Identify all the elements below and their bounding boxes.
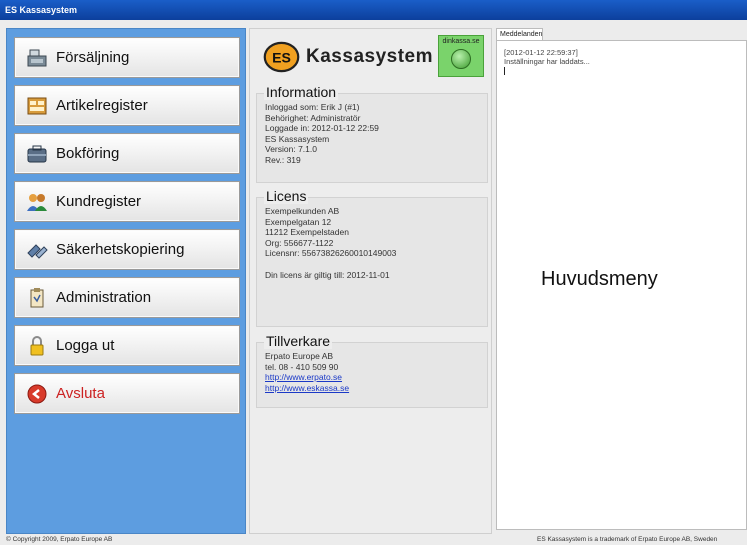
menu-button-kundregister[interactable]: Kundregister [14, 181, 240, 222]
info-line: Version: 7.1.0 [265, 144, 317, 154]
licens-line: 11212 Exempelstaden [265, 227, 349, 237]
tillverkare-line: Erpato Europe AB [265, 351, 334, 361]
es-kassasystem-logo: ES Kassasystem [263, 37, 433, 77]
licens-line: Licensnr: 55673826260010149003 [265, 248, 397, 258]
main-menu-panel: Försäljning Artikelregister Bokföring Ku… [6, 28, 246, 534]
message-line: Inställningar har laddats... [504, 57, 590, 66]
backup-icon [27, 243, 48, 259]
menu-label: Försäljning [56, 49, 130, 66]
menu-label: Kundregister [56, 193, 142, 210]
info-line: Behörighet: Administratör [265, 112, 361, 123]
es-logo-icon: ES [263, 41, 300, 73]
licens-heading: Licens [264, 188, 309, 204]
text-caret [504, 67, 505, 75]
info-line: ES Kassasystem [265, 133, 330, 144]
information-section: Information Inloggad som: Erik J (#1) Be… [256, 84, 488, 183]
eskassa-link[interactable]: http://www.eskassa.se [265, 383, 349, 394]
clipboard-icon [30, 287, 44, 307]
logo-name: Kassasystem [306, 46, 433, 67]
menu-label: Bokföring [56, 145, 120, 162]
menu-label: Avsluta [56, 385, 105, 402]
logo-mark: ES [272, 49, 291, 65]
info-line: Loggade in: 2012-01-12 22:59 [265, 123, 379, 133]
tillverkare-section: Tillverkare Erpato Europe AB tel. 08 - 4… [256, 333, 488, 408]
menu-button-logga-ut[interactable]: Logga ut [14, 325, 240, 366]
menu-label: Logga ut [56, 337, 115, 354]
trademark-text: ES Kassasystem is a trademark of Erpato … [537, 536, 718, 543]
main-menu-label: Huvudsmeny [541, 268, 658, 290]
information-heading: Information [264, 84, 339, 100]
menu-button-avsluta[interactable]: Avsluta [14, 373, 240, 414]
menu-label: Säkerhetskopiering [56, 241, 185, 258]
info-line: Rev.: 319 [265, 154, 301, 165]
menu-button-bokforing[interactable]: Bokföring [14, 133, 240, 174]
menu-button-sakerhetskopiering[interactable]: Säkerhetskopiering [14, 229, 240, 270]
exit-icon [27, 384, 47, 403]
status-light-icon [451, 49, 471, 69]
menu-label: Artikelregister [56, 97, 148, 114]
tillverkare-heading: Tillverkare [264, 333, 333, 349]
licens-line: Org: 556677-1122 [265, 237, 334, 248]
erpato-link[interactable]: http://www.erpato.se [265, 372, 349, 383]
info-line: Inloggad som: Erik J (#1) [265, 102, 360, 112]
messages-panel: Meddelanden [2012-01-12 22:59:37] Instäl… [496, 28, 747, 530]
window-title: ES Kassasystem [0, 0, 747, 20]
info-panel: ES Kassasystem dinkassa.se Information I… [249, 28, 492, 534]
accounting-case-icon [27, 145, 47, 162]
menu-button-forsaljning[interactable]: Försäljning [14, 37, 240, 78]
customers-icon [27, 193, 47, 211]
message-log[interactable]: [2012-01-12 22:59:37] Inställningar har … [496, 40, 747, 530]
licens-line: Exempelgatan 12 [265, 216, 332, 227]
copyright-text: © Copyright 2009, Erpato Europe AB [6, 536, 113, 543]
message-line: [2012-01-12 22:59:37] [504, 48, 578, 57]
licens-section: Licens Exempelkunden AB Exempelgatan 12 … [256, 188, 488, 327]
menu-button-administration[interactable]: Administration [14, 277, 240, 318]
lock-icon [30, 335, 44, 355]
dinkassa-status-button[interactable]: dinkassa.se [438, 35, 484, 77]
cash-register-icon [27, 49, 47, 66]
menu-label: Administration [56, 289, 152, 306]
menu-button-artikelregister[interactable]: Artikelregister [14, 85, 240, 126]
article-register-icon [27, 97, 47, 114]
licens-validity: Din licens är giltig till: 2012-11-01 [265, 269, 390, 280]
dinkassa-label: dinkassa.se [442, 38, 480, 45]
licens-line: Exempelkunden AB [265, 206, 340, 216]
tillverkare-line: tel. 08 - 410 509 90 [265, 361, 339, 372]
